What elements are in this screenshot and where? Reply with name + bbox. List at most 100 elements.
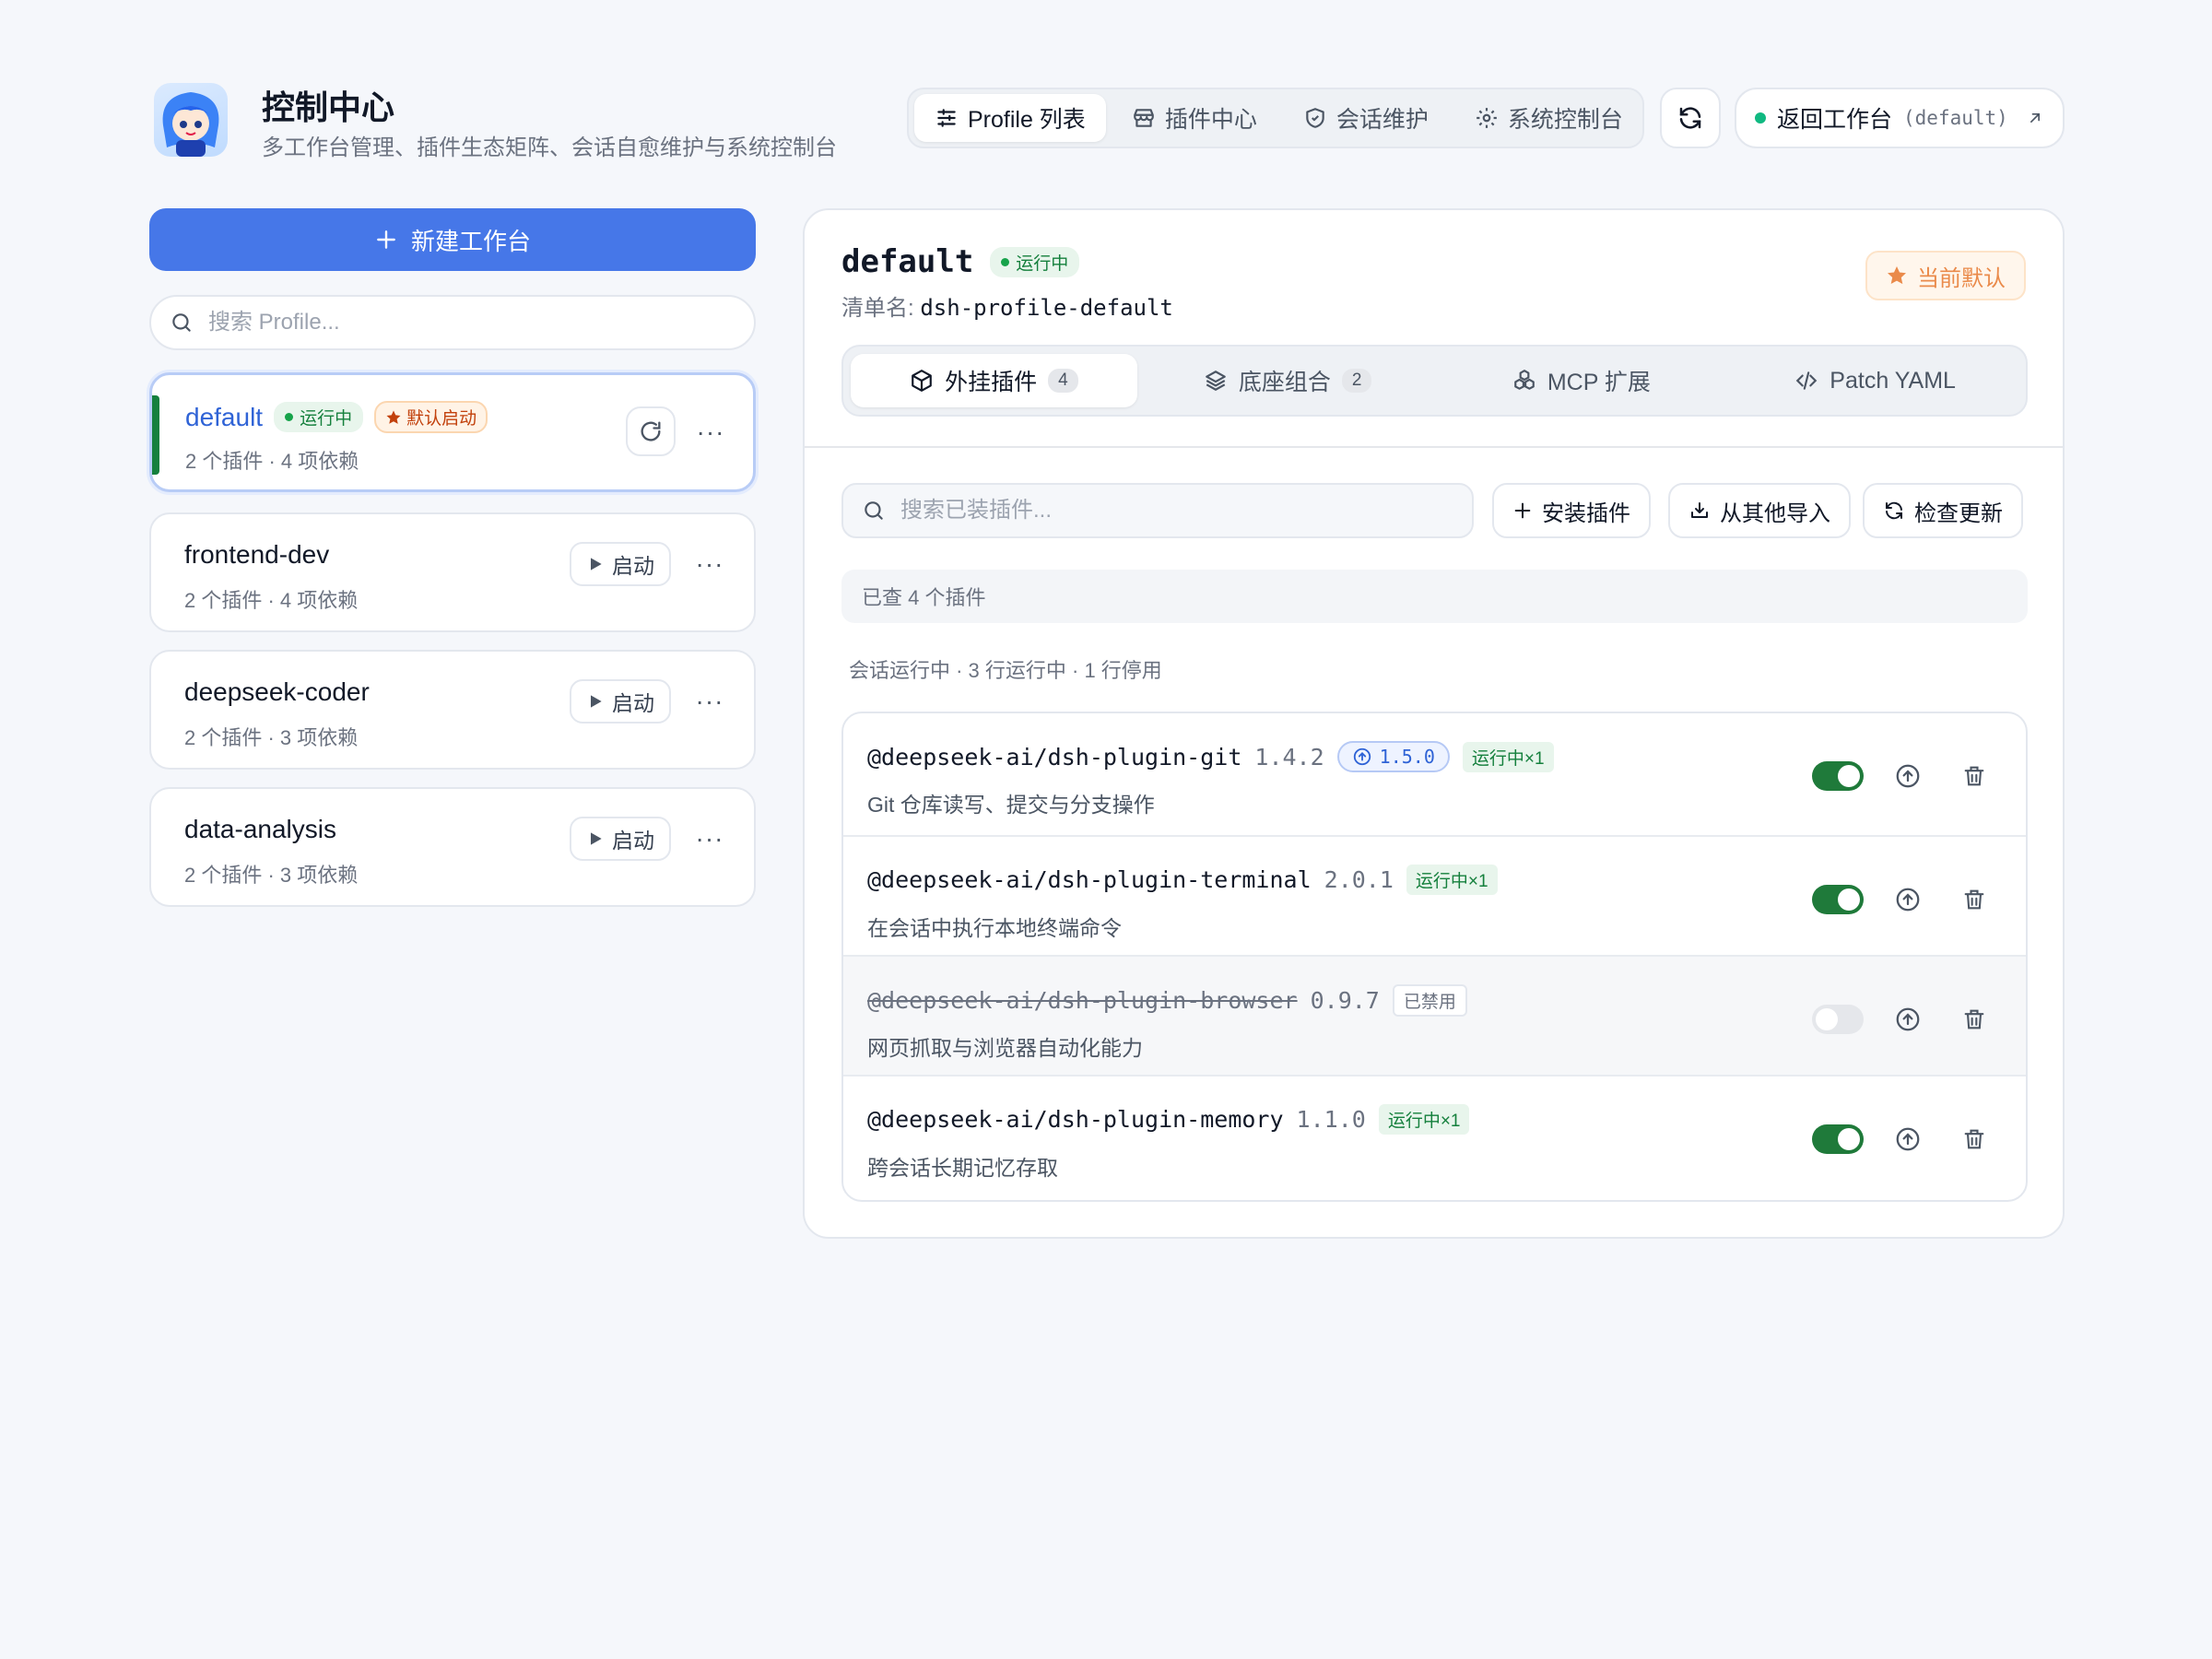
profile-name: data-analysis: [184, 815, 336, 843]
plugin-description: 在会话中执行本地终端命令: [867, 916, 1122, 940]
delete-button[interactable]: [1958, 1003, 1991, 1036]
plugin-toggle[interactable]: [1812, 885, 1864, 914]
profile-name: frontend-dev: [184, 540, 330, 569]
sliders-icon: [935, 106, 959, 130]
start-button[interactable]: 启动: [570, 542, 671, 586]
profile-card-default[interactable]: default 运行中 默认启动 2 个插件 · 4 项依赖 ···: [149, 372, 756, 492]
box-icon: [910, 369, 934, 393]
refresh-button[interactable]: [1660, 88, 1721, 148]
start-button[interactable]: 启动: [570, 679, 671, 724]
start-label: 启动: [612, 829, 654, 853]
plugin-version: 0.9.7: [1310, 987, 1380, 1014]
tab-count: 4: [1048, 369, 1078, 393]
install-label: 安装插件: [1542, 500, 1630, 526]
upgrade-button[interactable]: [1891, 759, 1924, 793]
status-badge: 运行中: [274, 402, 364, 432]
status-dot: [1755, 112, 1766, 124]
nav-tab-profiles[interactable]: Profile 列表: [914, 94, 1106, 142]
nav-tab-session-maintenance[interactable]: 会话维护: [1283, 94, 1449, 142]
tab-patch-yaml[interactable]: Patch YAML: [1732, 354, 2018, 407]
plugin-toggle[interactable]: [1812, 1005, 1864, 1034]
trash-icon: [1961, 1006, 1987, 1032]
current-default-badge: 当前默认: [1865, 251, 2026, 300]
arrow-up-right-icon: [2026, 109, 2044, 127]
profile-card-deepseek-coder[interactable]: deepseek-coder 2 个插件 · 3 项依赖 启动 ···: [149, 650, 756, 770]
profile-meta: 2 个插件 · 4 项依赖: [184, 589, 359, 612]
trash-icon: [1961, 1126, 1987, 1152]
active-indicator: [152, 395, 159, 475]
plugin-name: @deepseek-ai/dsh-plugin-git: [867, 743, 1242, 771]
tab-label: Patch YAML: [1830, 367, 1956, 394]
upgrade-button[interactable]: [1891, 1003, 1924, 1036]
top-nav: Profile 列表 插件中心 会话维护 系统控制台: [907, 88, 1644, 148]
nav-tab-plugin-center[interactable]: 插件中心: [1112, 94, 1277, 142]
upgrade-button[interactable]: [1891, 883, 1924, 916]
delete-button[interactable]: [1958, 759, 1991, 793]
manifest-label: 清单名:: [841, 296, 914, 321]
more-options-button[interactable]: ···: [691, 820, 728, 857]
trash-icon: [1961, 763, 1987, 789]
profile-card-data-analysis[interactable]: data-analysis 2 个插件 · 3 项依赖 启动 ···: [149, 787, 756, 907]
page-title: 控制中心: [262, 88, 395, 126]
back-profile: (default): [1903, 107, 2008, 129]
page-subtitle: 多工作台管理、插件生态矩阵、会话自愈维护与系统控制台: [262, 135, 837, 160]
plugin-name: @deepseek-ai/dsh-plugin-terminal: [867, 866, 1312, 893]
profile-card-frontend-dev[interactable]: frontend-dev 2 个插件 · 4 项依赖 启动 ···: [149, 512, 756, 632]
tab-count: 2: [1341, 369, 1372, 393]
detail-tabs: 外挂插件 4 底座组合 2 MCP 扩展 Patch YAML: [841, 345, 2028, 417]
arrow-up-circle-icon: [1352, 747, 1372, 767]
running-badge: 运行中×1: [1378, 1104, 1470, 1135]
profile-search-input[interactable]: [208, 310, 735, 335]
plugin-row-browser: @deepseek-ai/dsh-plugin-browser 0.9.7 已禁…: [843, 955, 2026, 1075]
refresh-icon: [1883, 500, 1905, 522]
plugin-version: 1.1.0: [1296, 1106, 1366, 1133]
plugin-toggle[interactable]: [1812, 1124, 1864, 1154]
update-available-badge[interactable]: 1.5.0: [1336, 741, 1450, 772]
manifest-line: 清单名: dsh-profile-default: [841, 289, 1173, 322]
start-button[interactable]: 启动: [570, 817, 671, 861]
back-to-workspace-button[interactable]: 返回工作台 (default): [1735, 88, 2065, 148]
plugin-toggle[interactable]: [1812, 761, 1864, 791]
tab-base-combos[interactable]: 底座组合 2: [1145, 354, 1431, 407]
check-updates-button[interactable]: 检查更新: [1863, 483, 2023, 538]
more-options-button[interactable]: ···: [691, 546, 728, 582]
start-label: 启动: [612, 554, 654, 578]
plugin-row-git: @deepseek-ai/dsh-plugin-git 1.4.2 1.5.0 …: [843, 713, 2026, 833]
plugin-title-line: @deepseek-ai/dsh-plugin-git 1.4.2 1.5.0 …: [867, 741, 1554, 772]
update-version: 1.5.0: [1379, 746, 1435, 768]
delete-button[interactable]: [1958, 1123, 1991, 1156]
upgrade-button[interactable]: [1891, 1123, 1924, 1156]
delete-button[interactable]: [1958, 883, 1991, 916]
plugin-description: Git 仓库读写、提交与分支操作: [867, 793, 1155, 817]
import-button[interactable]: 从其他导入: [1668, 483, 1851, 538]
plugin-search: [841, 483, 1474, 538]
install-plugin-button[interactable]: 安装插件: [1492, 483, 1651, 538]
tab-label: MCP 扩展: [1547, 370, 1651, 395]
plugin-search-input[interactable]: [900, 498, 1453, 524]
layers-icon: [1204, 369, 1228, 393]
more-options-button[interactable]: ···: [692, 414, 729, 451]
profile-title-row: data-analysis: [184, 815, 336, 844]
boxes-icon: [1512, 369, 1536, 393]
more-options-button[interactable]: ···: [691, 683, 728, 720]
restart-button[interactable]: [626, 406, 676, 456]
tab-plugins[interactable]: 外挂插件 4: [851, 354, 1137, 407]
manifest-value: dsh-profile-default: [920, 295, 1173, 321]
plugin-title-line: @deepseek-ai/dsh-plugin-browser 0.9.7 已禁…: [867, 984, 1467, 1017]
plugin-version: 1.4.2: [1254, 743, 1324, 771]
new-workspace-button[interactable]: 新建工作台: [149, 208, 756, 271]
plugin-list: @deepseek-ai/dsh-plugin-git 1.4.2 1.5.0 …: [841, 712, 2028, 1202]
shield-icon: [1303, 106, 1327, 130]
tab-mcp-extensions[interactable]: MCP 扩展: [1439, 354, 1725, 407]
new-workspace-label: 新建工作台: [410, 227, 531, 255]
plugin-title-line: @deepseek-ai/dsh-plugin-memory 1.1.0 运行中…: [867, 1104, 1470, 1135]
profile-meta: 2 个插件 · 3 项依赖: [184, 726, 359, 749]
back-label: 返回工作台: [1777, 107, 1893, 133]
found-count: 已查 4 个插件: [841, 570, 2028, 623]
nav-tab-system-console[interactable]: 系统控制台: [1454, 94, 1643, 142]
plugin-description: 跨会话长期记忆存取: [867, 1156, 1058, 1180]
divider: [805, 446, 2063, 448]
plus-icon: [374, 228, 398, 252]
nav-tab-label: 会话维护: [1335, 107, 1429, 133]
profile-title-row: deepseek-coder: [184, 677, 370, 707]
